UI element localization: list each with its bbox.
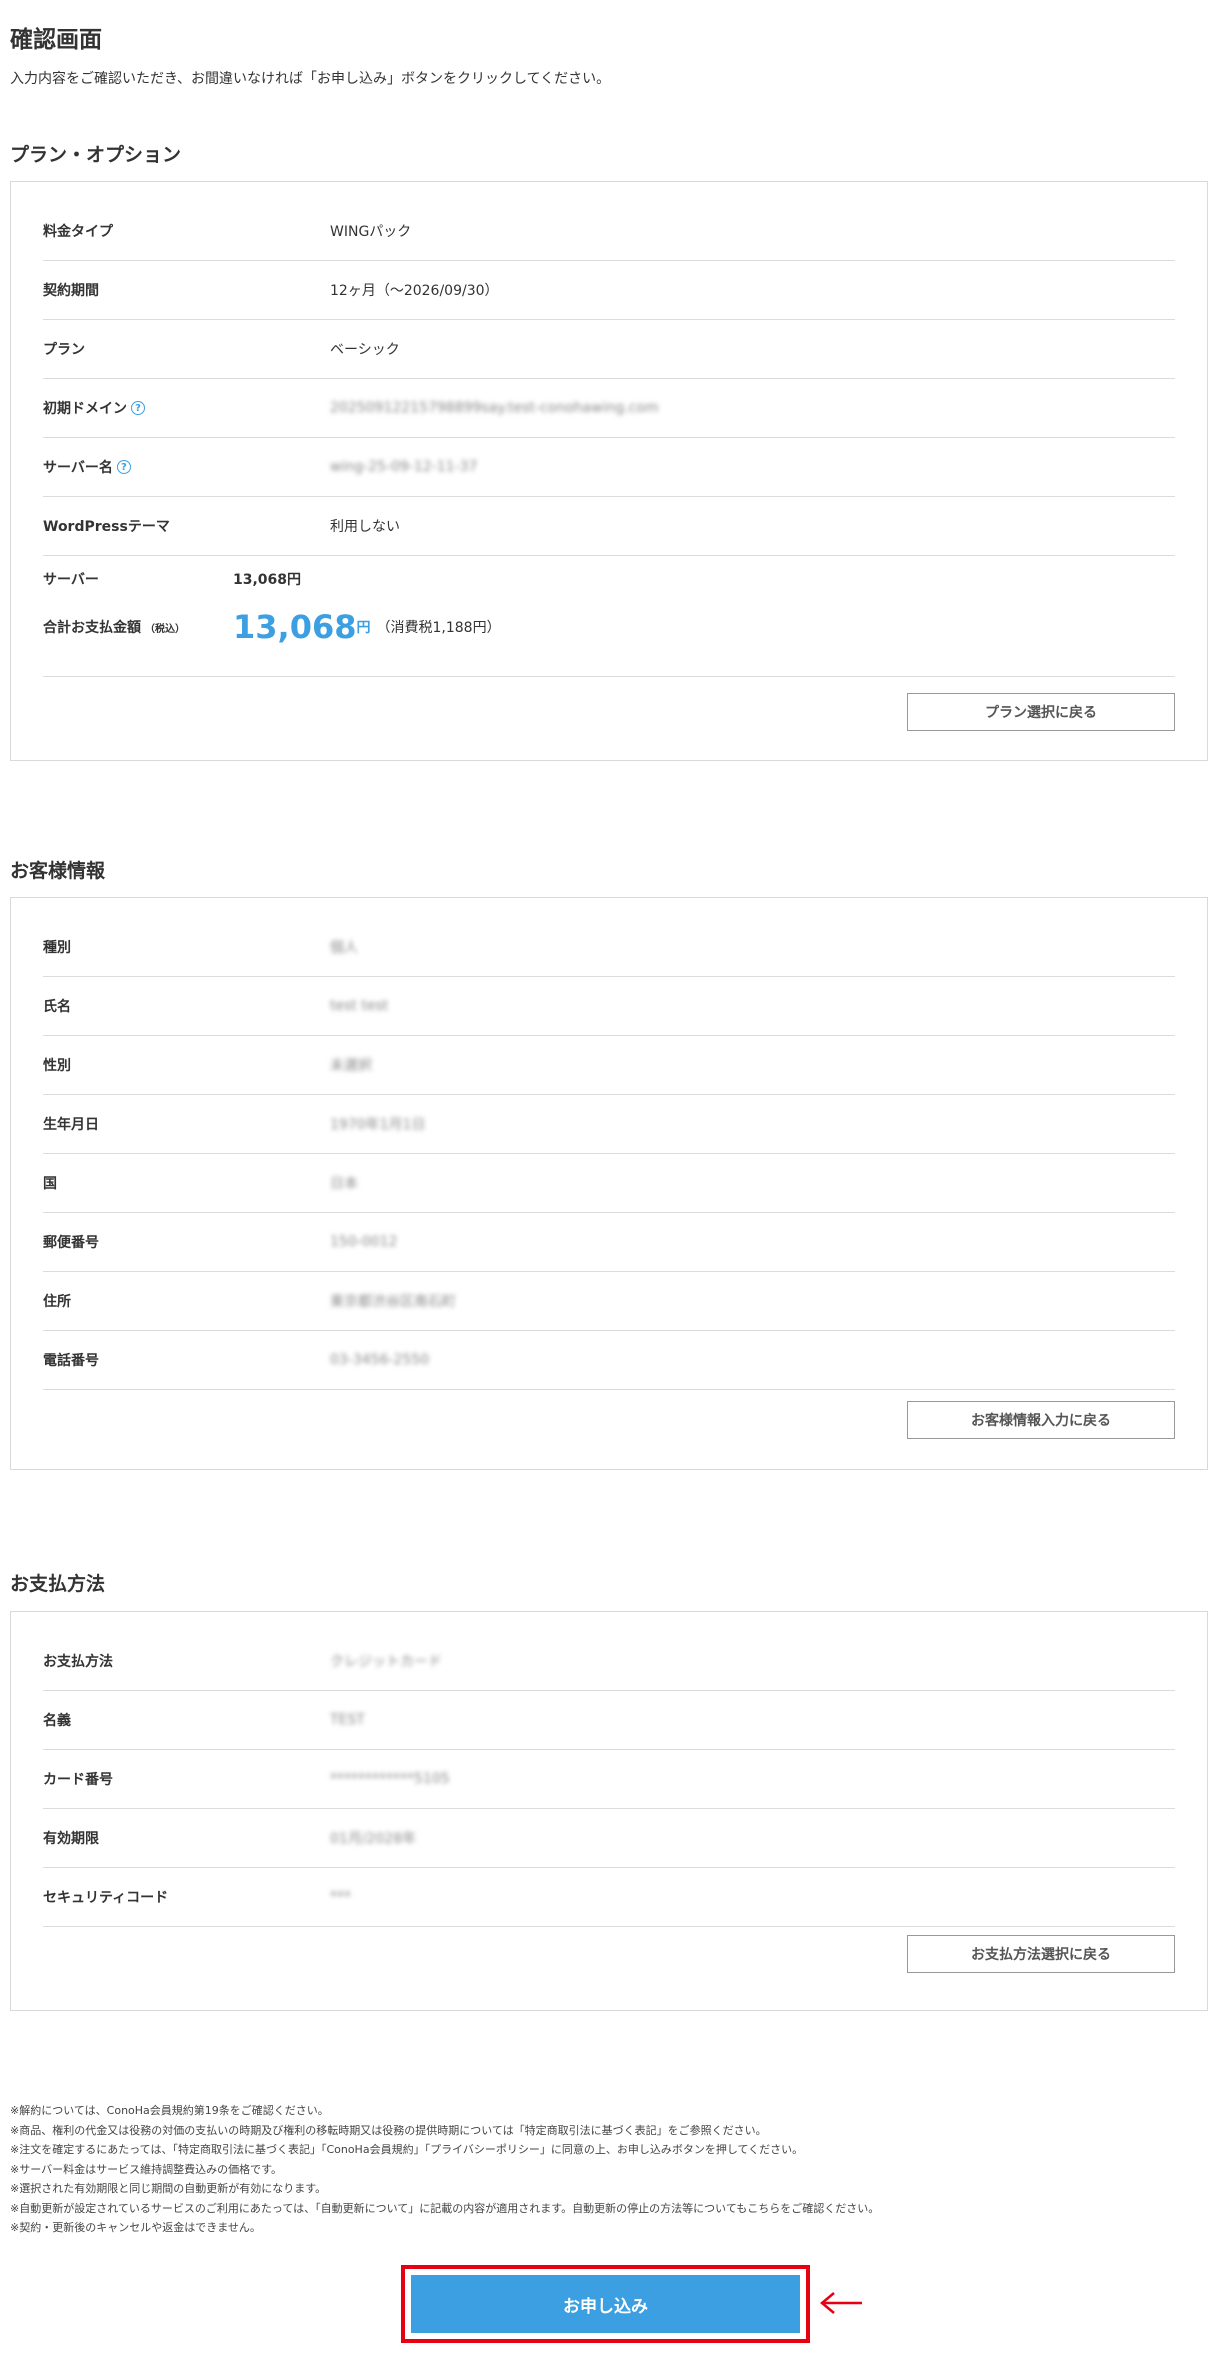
row-value: wing-25-09-12-11-37: [330, 459, 478, 475]
row-value: ************5105: [330, 1771, 450, 1787]
tax-included-note: （税込）: [145, 624, 185, 635]
row-value: 東京都渋谷区南石町: [330, 1294, 456, 1310]
row-label: 生年月日: [43, 1117, 99, 1133]
payment-rows: お支払方法 クレジットカード 名義 TEST カード番号 ***********…: [43, 1632, 1175, 1927]
payment-row-holder: 名義 TEST: [43, 1691, 1175, 1750]
row-value: 03-3456-2550: [330, 1352, 430, 1368]
plan-row-contract-period: 契約期間 12ヶ月（〜2026/09/30）: [43, 261, 1175, 320]
row-label: 有効期限: [43, 1831, 99, 1847]
row-label: 初期ドメイン: [43, 401, 127, 417]
plan-row-initial-domain: 初期ドメイン ? 20250912215798899say.test-conoh…: [43, 379, 1175, 438]
row-value: 150-0012: [330, 1234, 398, 1250]
customer-section-box: 種別 個人 氏名 test test 性別 未選択 生年月日 1970年1月1日…: [10, 897, 1208, 1470]
row-label: WordPressテーマ: [43, 519, 170, 535]
confirmation-page: 確認画面 入力内容をご確認いただき、お間違いなければ「お申し込み」ボタンをクリッ…: [0, 0, 1220, 2370]
row-value: 未選択: [330, 1058, 372, 1074]
row-value: ***: [330, 1889, 351, 1905]
back-to-plan-button[interactable]: プラン選択に戻る: [907, 693, 1175, 731]
row-label: 契約期間: [43, 283, 99, 299]
row-value: 12ヶ月（〜2026/09/30）: [330, 283, 499, 299]
plan-rows: 料金タイプ WINGパック 契約期間 12ヶ月（〜2026/09/30） プラン…: [43, 202, 1175, 556]
row-value: クレジットカード: [330, 1654, 442, 1670]
total-price-unit: 円: [356, 620, 371, 636]
consumption-tax: （消費税1,188円）: [376, 620, 501, 636]
plan-section-box: 料金タイプ WINGパック 契約期間 12ヶ月（〜2026/09/30） プラン…: [10, 181, 1208, 761]
customer-row-country: 国 日本: [43, 1154, 1175, 1213]
price-summary: サーバー 13,068円 合計お支払金額 （税込） 13,068 円 （消費税1,…: [43, 564, 1175, 652]
customer-row-phone: 電話番号 03-3456-2550: [43, 1331, 1175, 1390]
payment-row-method: お支払方法 クレジットカード: [43, 1632, 1175, 1691]
row-label: セキュリティコード: [43, 1890, 169, 1906]
row-label: 国: [43, 1176, 57, 1192]
note-item: ※サーバー料金はサービス維持調整費込みの価格です。: [10, 2162, 283, 2176]
payment-row-card-number: カード番号 ************5105: [43, 1750, 1175, 1809]
payment-row-security-code: セキュリティコード ***: [43, 1868, 1175, 1927]
help-icon[interactable]: ?: [116, 460, 131, 474]
server-price-row: サーバー 13,068円: [43, 564, 1175, 594]
row-value: TEST: [330, 1712, 365, 1728]
row-label: 電話番号: [43, 1353, 99, 1369]
divider: [43, 676, 1175, 677]
payment-section-box: お支払方法 クレジットカード 名義 TEST カード番号 ***********…: [10, 1611, 1208, 2011]
row-label: 住所: [43, 1294, 71, 1310]
back-to-customer-info-button[interactable]: お客様情報入力に戻る: [907, 1401, 1175, 1439]
row-label: カード番号: [43, 1772, 113, 1788]
back-to-payment-button[interactable]: お支払方法選択に戻る: [907, 1935, 1175, 1973]
row-value: 日本: [330, 1176, 358, 1192]
row-value: WINGパック: [330, 224, 412, 240]
row-value: test test: [330, 998, 389, 1014]
row-label: 郵便番号: [43, 1235, 99, 1251]
customer-row-postal-code: 郵便番号 150-0012: [43, 1213, 1175, 1272]
left-arrow-icon: [820, 2292, 862, 2314]
note-item: ※自動更新が設定されているサービスのご利用にあたっては、「自動更新について」に記…: [10, 2201, 880, 2215]
server-price-label: サーバー: [43, 572, 99, 588]
total-price-label: 合計お支払金額: [43, 620, 141, 636]
row-label: 性別: [43, 1058, 71, 1074]
help-icon[interactable]: ?: [131, 401, 145, 415]
note-item: ※商品、権利の代金又は役務の対価の支払いの時期及び権利の移転時期又は役務の提供時…: [10, 2123, 767, 2137]
payment-row-expiry: 有効期限 01月/2028年: [43, 1809, 1175, 1868]
plan-row-server-name: サーバー名 ? wing-25-09-12-11-37: [43, 438, 1175, 497]
row-value: 利用しない: [330, 519, 400, 535]
notes: ※解約については、ConoHa会員規約第19条をご確認ください。 ※商品、権利の…: [10, 2101, 879, 2238]
row-label: 氏名: [43, 999, 71, 1015]
customer-section-title: お客様情報: [10, 860, 106, 882]
row-value: 20250912215798899say.test-conohawing.com: [330, 400, 659, 416]
customer-rows: 種別 個人 氏名 test test 性別 未選択 生年月日 1970年1月1日…: [43, 918, 1175, 1390]
plan-row-plan: プラン ベーシック: [43, 320, 1175, 379]
customer-row-name: 氏名 test test: [43, 977, 1175, 1036]
note-item: ※契約・更新後のキャンセルや返金はできません。: [10, 2221, 261, 2234]
row-label: お支払方法: [43, 1654, 113, 1670]
customer-row-gender: 性別 未選択: [43, 1036, 1175, 1095]
total-price-amount: 13,068: [233, 608, 357, 646]
row-label: 名義: [43, 1713, 71, 1729]
total-price-row: 合計お支払金額 （税込） 13,068 円 （消費税1,188円）: [43, 602, 1175, 652]
plan-section-title: プラン・オプション: [10, 144, 182, 166]
row-value: 個人: [330, 940, 358, 956]
row-label: 種別: [43, 940, 71, 956]
page-description: 入力内容をご確認いただき、お間違いなければ「お申し込み」ボタンをクリックしてくだ…: [10, 71, 611, 87]
note-item: ※注文を確定するにあたっては、「特定商取引法に基づく表記」「ConoHa会員規約…: [10, 2143, 804, 2156]
row-value: 01月/2028年: [330, 1831, 417, 1847]
submit-button[interactable]: お申し込み: [411, 2275, 800, 2333]
payment-section-title: お支払方法: [10, 1573, 106, 1595]
row-value: ベーシック: [330, 342, 400, 358]
plan-row-price-type: 料金タイプ WINGパック: [43, 202, 1175, 261]
row-value: 1970年1月1日: [330, 1117, 426, 1133]
note-item: ※解約については、ConoHa会員規約第19条をご確認ください。: [10, 2104, 329, 2117]
row-label: 料金タイプ: [43, 224, 113, 240]
customer-row-type: 種別 個人: [43, 918, 1175, 977]
server-price: 13,068円: [233, 572, 302, 588]
row-label: サーバー名: [43, 460, 113, 476]
row-label: プラン: [43, 342, 85, 358]
customer-row-birthdate: 生年月日 1970年1月1日: [43, 1095, 1175, 1154]
plan-row-wordpress-theme: WordPressテーマ 利用しない: [43, 497, 1175, 556]
customer-row-address: 住所 東京都渋谷区南石町: [43, 1272, 1175, 1331]
page-title: 確認画面: [10, 27, 102, 53]
note-item: ※選択された有効期限と同じ期間の自動更新が有効になります。: [10, 2182, 327, 2195]
